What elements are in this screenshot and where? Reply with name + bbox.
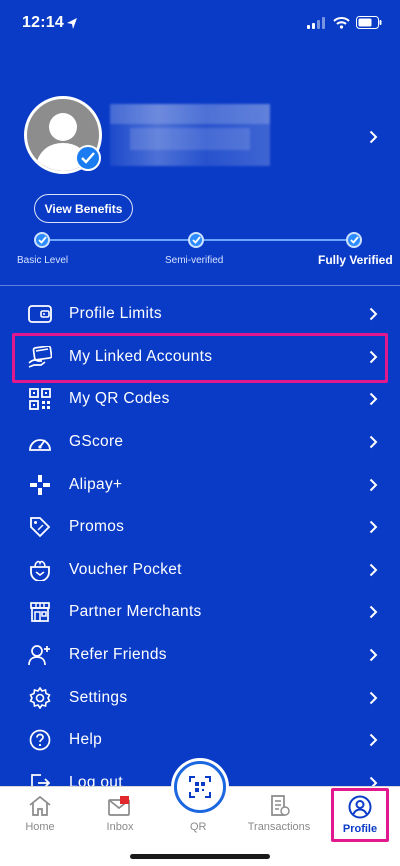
chevron-right-icon — [369, 393, 378, 406]
nav-label-qr: QR — [190, 821, 207, 833]
home-indicator — [130, 854, 270, 859]
menu-label: My Linked Accounts — [69, 347, 213, 365]
step-full-check-icon — [346, 232, 362, 248]
chevron-right-icon — [369, 521, 378, 534]
view-benefits-button[interactable]: View Benefits — [34, 194, 133, 223]
nav-label: Transactions — [247, 821, 311, 833]
chevron-right-icon — [369, 563, 378, 577]
menu-item-my-qr-codes[interactable]: My QR Codes — [0, 378, 400, 421]
menu-label: Partner Merchants — [69, 603, 202, 621]
storefront-icon — [28, 600, 52, 624]
chevron-right-icon — [369, 478, 378, 491]
menu-item-settings[interactable]: Settings — [0, 676, 400, 719]
pocket-icon — [28, 558, 52, 582]
battery-icon — [356, 16, 382, 29]
status-bar: 12:14 — [0, 0, 400, 48]
step-label-semi: Semi-verified — [165, 255, 224, 266]
chevron-right-icon[interactable] — [369, 130, 378, 144]
receipt-icon — [271, 795, 290, 816]
menu-item-promos[interactable]: Promos — [0, 506, 400, 549]
alipay-plus-icon — [28, 473, 52, 497]
chevron-right-icon — [369, 691, 378, 704]
gear-icon — [28, 686, 52, 710]
add-friend-icon — [28, 643, 52, 667]
qr-code-icon — [28, 387, 52, 411]
status-time: 12:14 — [22, 14, 64, 31]
step-basic-check-icon — [34, 232, 50, 248]
tag-icon — [28, 515, 52, 539]
menu-item-refer-friends[interactable]: Refer Friends — [0, 634, 400, 677]
menu-item-profile-limits[interactable]: Profile Limits — [0, 293, 400, 336]
chevron-right-icon — [369, 734, 378, 747]
divider — [0, 285, 400, 286]
menu-item-gscore[interactable]: GScore — [0, 421, 400, 464]
profile-header[interactable]: View Benefits Basic Level Semi-verified … — [0, 48, 400, 285]
cellular-signal-icon — [307, 16, 325, 29]
nav-transactions[interactable]: Transactions — [244, 795, 314, 833]
chevron-right-icon — [369, 648, 378, 662]
qr-scan-button[interactable] — [174, 761, 226, 813]
step-label-basic: Basic Level — [17, 255, 69, 266]
verified-badge-icon — [75, 145, 101, 171]
nav-label: Inbox — [106, 821, 134, 833]
verification-progress: Basic Level Semi-verified Fully Verified — [0, 232, 400, 272]
profile-tab-highlight — [331, 788, 389, 842]
menu-label: Promos — [69, 518, 125, 536]
wifi-icon — [333, 16, 350, 29]
menu-label: Help — [69, 731, 103, 749]
menu-label: Refer Friends — [69, 646, 167, 664]
menu-item-partner-merchants[interactable]: Partner Merchants — [0, 591, 400, 634]
menu-item-my-linked-accounts[interactable]: My Linked Accounts — [0, 336, 400, 379]
home-icon — [29, 795, 51, 816]
menu-label: Alipay+ — [69, 475, 123, 493]
nav-home[interactable]: Home — [5, 795, 75, 833]
nav-inbox[interactable]: Inbox — [85, 795, 155, 833]
menu-label: GScore — [69, 433, 124, 451]
blurred-account-name — [110, 104, 270, 166]
chevron-right-icon — [369, 606, 378, 619]
chevron-right-icon — [369, 435, 378, 449]
location-arrow-icon — [67, 18, 77, 29]
menu-item-voucher-pocket[interactable]: Voucher Pocket — [0, 549, 400, 592]
linked-card-icon — [28, 345, 52, 369]
menu-label: Profile Limits — [69, 305, 162, 323]
menu-item-alipay-plus[interactable]: Alipay+ — [0, 463, 400, 506]
menu-label: My QR Codes — [69, 390, 170, 408]
menu-label: Voucher Pocket — [69, 560, 182, 578]
inbox-icon — [108, 796, 130, 816]
chevron-right-icon — [369, 308, 378, 321]
nav-label: Home — [25, 821, 55, 833]
help-icon — [28, 728, 52, 752]
menu-item-help[interactable]: Help — [0, 719, 400, 762]
chevron-right-icon — [369, 350, 378, 364]
profile-menu: Profile Limits My Linked Accounts My QR … — [0, 293, 400, 804]
menu-label: Settings — [69, 688, 128, 706]
wallet-icon — [28, 302, 52, 326]
qr-scan-icon — [189, 776, 211, 798]
step-label-full: Fully Verified — [318, 253, 393, 267]
step-semi-check-icon — [188, 232, 204, 248]
gauge-icon — [28, 430, 52, 454]
